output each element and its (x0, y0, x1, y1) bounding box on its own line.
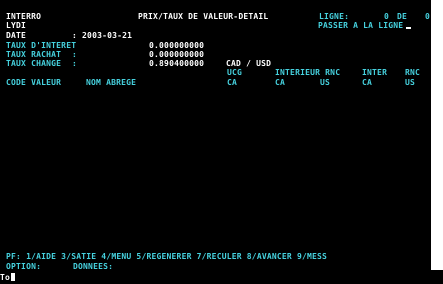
exchange-value: 0.890400000 (149, 59, 205, 68)
buyback-value: 0.000000000 (149, 50, 205, 59)
col-rnc: RNC (405, 68, 421, 77)
interest-label: TAUX D'INTERET (6, 41, 77, 50)
col-inter-sub: CA (362, 78, 373, 87)
terminal-screen: INTERRO PRIX/TAUX DE VALEUR-DETAIL LIGNE… (0, 0, 431, 284)
col-code: CODE VALEUR (6, 78, 62, 87)
screen-title: PRIX/TAUX DE VALEUR-DETAIL (138, 12, 269, 21)
pf-keys-help: PF: 1/AIDE 3/SATIE 4/MENU 5/REGENERER 7/… (6, 252, 328, 261)
exchange-sep: : (72, 59, 78, 68)
col-rnc-sub: US (405, 78, 416, 87)
goto-line-input[interactable] (406, 27, 412, 29)
date-value: : 2003-03-21 (72, 31, 133, 40)
line-label: LIGNE: (319, 12, 350, 21)
col-interior-sub-us: US (320, 78, 331, 87)
col-ucg: UCG (227, 68, 243, 77)
col-name: NOM ABREGE (86, 78, 137, 87)
command-input[interactable]: To (0, 273, 16, 282)
app-title: INTERRO (6, 12, 42, 21)
buyback-label: TAUX RACHAT (6, 50, 62, 59)
date-label: DATE (6, 31, 27, 40)
col-inter: INTER (362, 68, 388, 77)
line-value: 0 (384, 12, 390, 21)
command-line: To (0, 270, 443, 284)
exchange-pair: CAD / USD (226, 59, 272, 68)
col-ucg-sub: CA (227, 78, 238, 87)
of-value: 0 (425, 12, 431, 21)
col-interior: INTERIEUR RNC (275, 68, 341, 77)
text-cursor (11, 273, 16, 281)
col-interior-sub-ca: CA (275, 78, 286, 87)
of-label: DE (397, 12, 408, 21)
user-id: LYDI (6, 21, 27, 30)
exchange-label: TAUX CHANGE (6, 59, 62, 68)
interest-value: 0.000000000 (149, 41, 205, 50)
goto-line-label: PASSER A LA LIGNE (318, 21, 412, 30)
buyback-sep: : (72, 50, 78, 59)
